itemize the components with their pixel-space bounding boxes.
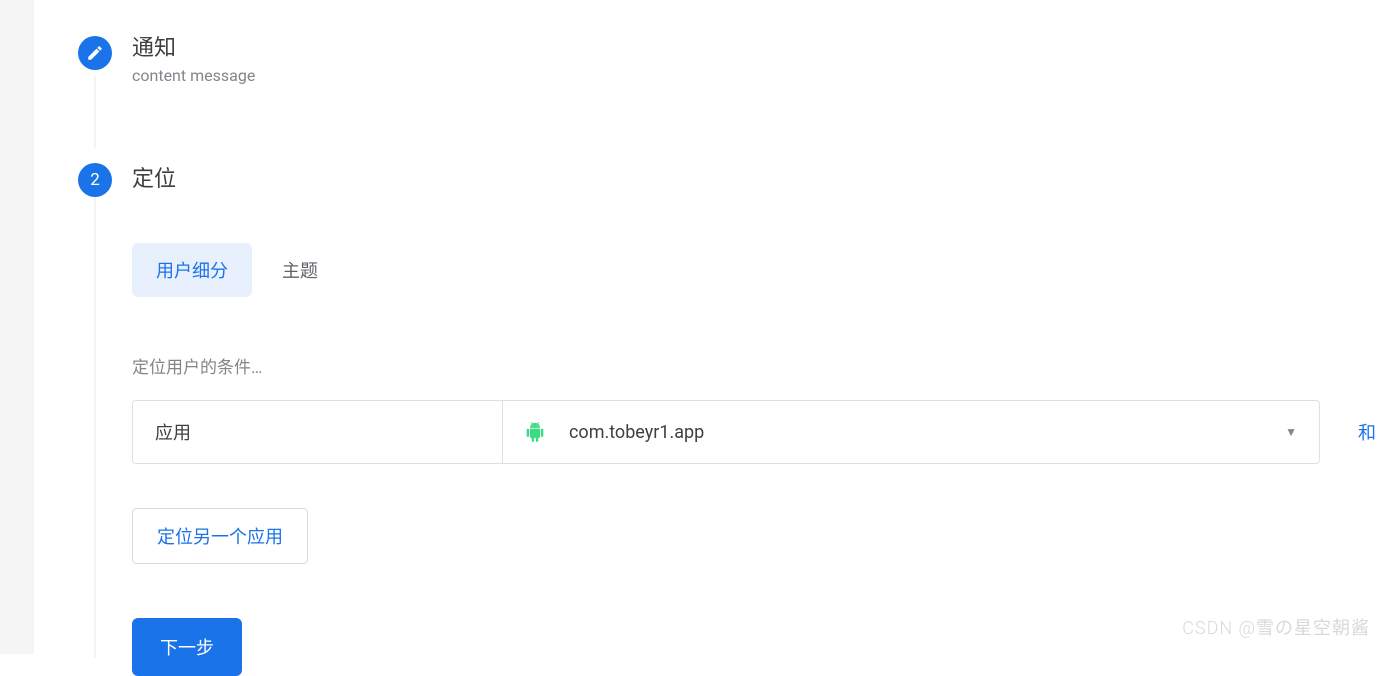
app-package-name: com.tobeyr1.app: [569, 422, 704, 443]
wizard-content: 通知 content message 2 定位 用户细分 主题 定位用户的条件……: [78, 36, 1388, 676]
app-value-display: com.tobeyr1.app: [525, 422, 704, 443]
tab-topic[interactable]: 主题: [274, 243, 326, 297]
page-left-edge: [0, 0, 34, 654]
condition-label: 定位用户的条件…: [132, 353, 1388, 378]
condition-type-label: 应用: [155, 423, 191, 444]
and-label: 和: [1358, 419, 1376, 445]
step-1-subtitle: content message: [132, 66, 255, 85]
pencil-icon: [86, 44, 104, 62]
condition-type-select[interactable]: 应用: [132, 400, 502, 464]
target-another-app-button[interactable]: 定位另一个应用: [132, 508, 308, 564]
step-2-title: 定位: [132, 167, 176, 193]
step-1-indicator: [78, 36, 112, 70]
next-button[interactable]: 下一步: [132, 618, 242, 676]
step-1-header: 通知 content message: [132, 36, 255, 85]
step-2-targeting: 2 定位: [78, 163, 1388, 197]
add-and-condition-link[interactable]: 和: [1358, 400, 1388, 464]
watermark-text: CSDN @雪の星空朝酱: [1182, 614, 1370, 640]
step-2-number: 2: [90, 170, 100, 190]
targeting-tabs: 用户细分 主题: [132, 243, 1388, 297]
step-2-header: 定位: [132, 163, 176, 197]
step-2-indicator: 2: [78, 163, 112, 197]
step-1-notification[interactable]: 通知 content message: [78, 36, 1388, 85]
step-2-body: 用户细分 主题 定位用户的条件… 应用 com.tobeyr1.app ▼ 和 …: [132, 243, 1388, 676]
app-select-dropdown[interactable]: com.tobeyr1.app ▼: [502, 400, 1320, 464]
step-1-title: 通知: [132, 36, 255, 62]
tab-user-segment[interactable]: 用户细分: [132, 243, 252, 297]
condition-row: 应用 com.tobeyr1.app ▼ 和: [132, 400, 1388, 464]
android-icon: [525, 422, 545, 442]
chevron-down-icon: ▼: [1285, 425, 1297, 439]
